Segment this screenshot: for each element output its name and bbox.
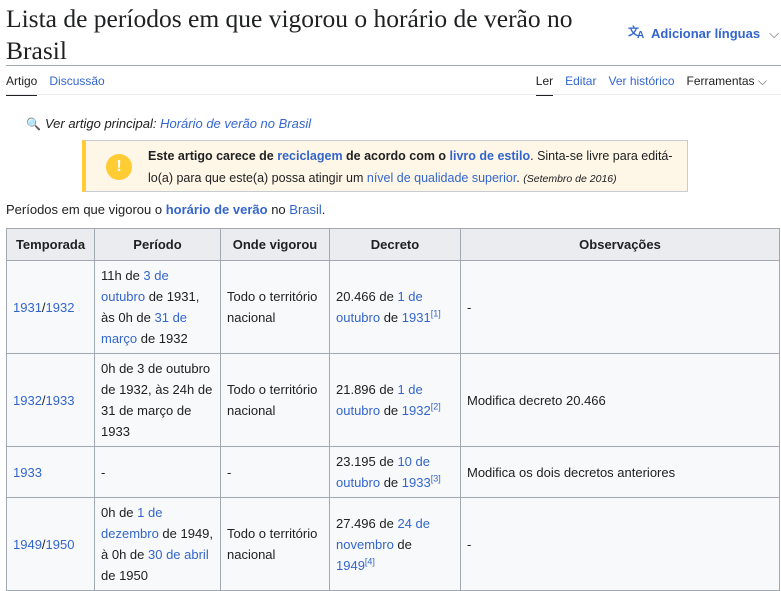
table-row: 1933 - - 23.195 de 10 de outubro de 1933… <box>6 446 780 498</box>
season-link[interactable]: 1932 <box>13 393 42 408</box>
tab-edit[interactable]: Editar <box>565 74 596 94</box>
warning-icon: ! <box>106 154 132 180</box>
decree-text: de <box>393 536 412 552</box>
header-decree[interactable]: Decreto <box>329 228 461 261</box>
notice-text-1: Este artigo carece de <box>148 149 278 163</box>
year-link[interactable]: 1931 <box>402 310 431 325</box>
period-cell: - <box>94 446 221 498</box>
tools-menu[interactable]: Ferramentas ⌵ <box>687 74 767 95</box>
season-cell: 1933 <box>6 446 95 498</box>
season-cell: 1932/1933 <box>6 353 95 447</box>
season-link[interactable]: 1950 <box>46 537 75 552</box>
header-where[interactable]: Onde vigorou <box>220 228 330 261</box>
decree-text: de <box>380 310 402 325</box>
notes-cell: Modifica os dois decretos anteriores <box>460 446 780 498</box>
decree-text: 27.496 de <box>336 515 398 531</box>
chevron-down-icon: ⌵ <box>757 74 767 88</box>
tab-talk[interactable]: Discussão <box>49 74 104 96</box>
where-cell: Todo o território nacional <box>220 353 330 447</box>
maintenance-notice: ! Este artigo carece de reciclagem de ac… <box>82 140 688 192</box>
recycling-link[interactable]: reciclagem <box>277 149 342 163</box>
period-cell: 0h de 1 de dezembro de 1949, à 0h de 30 … <box>94 497 221 591</box>
season-cell: 1949/1950 <box>6 497 95 591</box>
period-text: 11h de <box>101 268 144 283</box>
magnifier-icon: 🔍 <box>26 117 41 131</box>
where-cell: - <box>220 446 330 498</box>
intro-text-2: no <box>267 202 290 217</box>
notice-text-2: de acordo com o <box>342 149 450 163</box>
year-link[interactable]: 1932 <box>402 403 431 418</box>
title-divider <box>6 65 781 66</box>
page-title: Lista de períodos em que vigorou o horár… <box>6 4 573 65</box>
chevron-down-icon: ⌵ <box>769 25 779 41</box>
header-notes[interactable]: Observações <box>460 228 780 261</box>
season-cell: 1931/1932 <box>6 260 95 354</box>
decree-cell: 27.496 de 24 de novembro de 1949[4] <box>329 497 461 591</box>
header-period[interactable]: Período <box>94 228 221 261</box>
period-cell: 11h de 3 de outubro de 1931, às 0h de 31… <box>94 260 221 354</box>
reference-link[interactable]: [4] <box>365 556 375 566</box>
year-link[interactable]: 1949 <box>336 558 365 573</box>
decree-cell: 20.466 de 1 de outubro de 1931[1] <box>329 260 461 354</box>
period-text: de 1950 <box>101 568 148 583</box>
season-link[interactable]: 1932 <box>46 300 75 315</box>
period-text: 0h de <box>101 505 138 520</box>
add-languages-button[interactable]: 文A Adicionar línguas ⌵ <box>628 24 779 42</box>
decree-text: 21.896 de <box>336 382 398 397</box>
season-link[interactable]: 1933 <box>13 465 42 480</box>
decree-text: 23.195 de <box>336 454 398 469</box>
tab-article[interactable]: Artigo <box>6 74 38 96</box>
decree-cell: 21.896 de 1 de outubro de 1932[2] <box>329 353 461 447</box>
reference-link[interactable]: [3] <box>431 474 441 484</box>
year-link[interactable]: 1933 <box>402 475 431 490</box>
season-link[interactable]: 1949 <box>13 537 42 552</box>
tab-history[interactable]: Ver histórico <box>608 74 674 94</box>
intro-paragraph: Períodos em que vigorou o horário de ver… <box>6 202 325 217</box>
notes-cell: - <box>460 497 780 591</box>
date-link[interactable]: 30 de abril <box>148 547 209 562</box>
decree-text: 20.466 de <box>336 289 398 304</box>
decree-cell: 23.195 de 10 de outubro de 1933[3] <box>329 446 461 498</box>
tab-read[interactable]: Ler <box>535 74 554 96</box>
hatnote-prefix: Ver artigo principal: <box>44 116 161 131</box>
main-article-link[interactable]: Horário de verão no Brasil <box>160 116 311 131</box>
view-tabs: Ler Editar Ver histórico Ferramentas ⌵ <box>535 74 767 96</box>
dst-link[interactable]: horário de verão <box>166 202 268 217</box>
brasil-link[interactable]: Brasil <box>289 202 322 217</box>
reference-link[interactable]: [2] <box>431 402 441 412</box>
decree-text: de <box>380 403 402 418</box>
intro-text-1: Períodos em que vigorou o <box>6 202 166 217</box>
table-header-row: Temporada Período Onde vigorou Decreto O… <box>6 228 780 261</box>
season-link[interactable]: 1933 <box>46 393 75 408</box>
table-row: 1932/1933 0h de 3 de outubro de 1932, às… <box>6 353 780 447</box>
intro-text-3: . <box>321 202 326 217</box>
table-row: 1949/1950 0h de 1 de dezembro de 1949, à… <box>6 497 780 591</box>
hatnote: 🔍 Ver artigo principal: Horário de verão … <box>26 116 311 131</box>
tabs-divider <box>6 94 781 95</box>
quality-link[interactable]: nível de qualidade superior <box>367 171 516 185</box>
notice-text: Este artigo carece de reciclagem de acor… <box>148 145 679 190</box>
where-cell: Todo o território nacional <box>220 260 330 354</box>
table-row: 1931/1932 11h de 3 de outubro de 1931, à… <box>6 260 780 354</box>
tools-label: Ferramentas <box>686 74 755 88</box>
decree-text: de <box>380 475 402 490</box>
add-languages-label: Adicionar línguas <box>651 26 761 41</box>
dst-periods-table: Temporada Período Onde vigorou Decreto O… <box>6 228 780 591</box>
notes-cell: - <box>460 260 780 354</box>
style-guide-link[interactable]: livro de estilo <box>450 149 531 163</box>
season-link[interactable]: 1931 <box>13 300 42 315</box>
period-cell: 0h de 3 de outubro de 1932, às 24h de 31… <box>94 353 221 447</box>
translate-icon: 文A <box>628 24 646 42</box>
reference-link[interactable]: [1] <box>431 309 441 319</box>
period-text: de 1932 <box>137 331 188 346</box>
notice-date: (Setembro de 2016) <box>523 173 617 185</box>
namespace-tabs: Artigo Discussão <box>6 74 105 96</box>
where-cell: Todo o território nacional <box>220 497 330 591</box>
notes-cell: Modifica decreto 20.466 <box>460 353 780 447</box>
header-season[interactable]: Temporada <box>6 228 95 261</box>
svg-text:A: A <box>637 30 644 39</box>
